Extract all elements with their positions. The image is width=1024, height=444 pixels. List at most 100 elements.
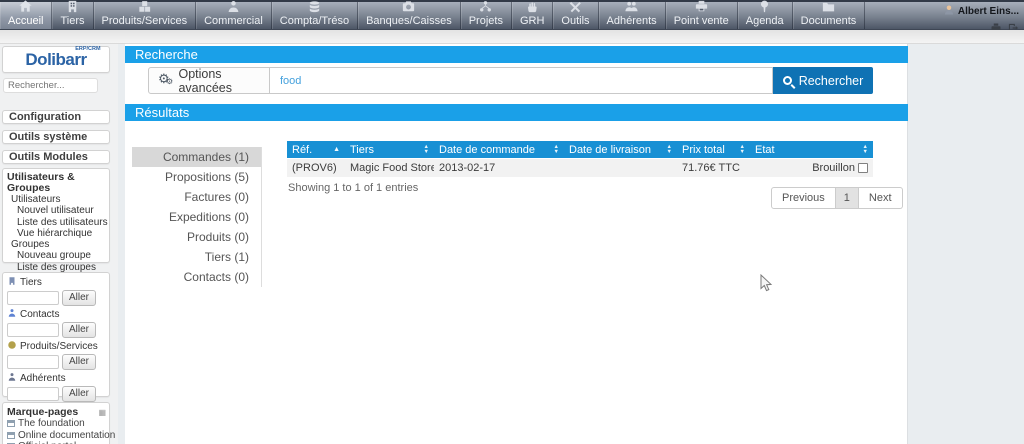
quick-search-contacts-go-button[interactable]: Aller	[62, 322, 96, 338]
column-etat[interactable]: Etat ▲ ▼	[750, 141, 873, 158]
sidebar-item-nouveau-groupe[interactable]: Nouveau groupe	[7, 250, 107, 261]
contact-icon	[7, 308, 17, 321]
recherche-section-title: Recherche	[125, 46, 908, 63]
bookmarks-title: Marque-pages	[7, 406, 79, 418]
tab-documents[interactable]: Documents	[793, 2, 866, 29]
tab-agenda[interactable]: Agenda	[738, 0, 793, 29]
tab-outils[interactable]: Outils	[553, 0, 599, 29]
tab-label: Accueil	[8, 15, 44, 27]
status-badge: Brouillon	[812, 162, 855, 174]
sort-icon[interactable]: ▲ ▼	[424, 145, 429, 154]
table-row: (PROV6) Magic Food Store 2013-02-17 71.7…	[287, 159, 873, 177]
user-name: Albert Eins...	[957, 6, 1019, 17]
tab-compta-treso[interactable]: Compta/Tréso	[272, 1, 359, 29]
quick-search-contacts-label: Contacts	[7, 309, 105, 320]
row-checkbox[interactable]	[858, 163, 868, 173]
quick-search-tiers-input[interactable]	[7, 291, 59, 305]
sidebar-search-input[interactable]	[3, 78, 98, 93]
tab-label: Banques/Caisses	[366, 15, 452, 27]
bookmarks-edit-icon[interactable]: ▦	[98, 408, 106, 417]
tools-icon	[568, 0, 583, 14]
tab-label: Adhérents	[606, 15, 657, 27]
sidebar-item-outils-modules[interactable]: Outils Modules	[2, 150, 110, 164]
sidebar-item-configuration[interactable]: Configuration	[2, 110, 110, 124]
search-query-input[interactable]	[270, 67, 773, 94]
tab-projets[interactable]: Projets	[461, 0, 512, 29]
products-icon	[137, 0, 152, 14]
quick-search-adherents-input[interactable]	[7, 387, 59, 401]
users-groups-title[interactable]: Utilisateurs & Groupes	[7, 172, 107, 194]
sort-icon[interactable]: ▲ ▼	[863, 145, 868, 154]
cell-date-commande: 2013-02-17	[439, 162, 496, 174]
column-tiers[interactable]: Tiers ▲ ▼	[345, 141, 434, 158]
tab-label: Documents	[800, 15, 857, 27]
sidebar-item-liste-utilisateurs[interactable]: Liste des utilisateurs	[7, 217, 108, 228]
next-page-button[interactable]: Next	[858, 187, 903, 209]
tab-tiers[interactable]: Tiers	[52, 0, 94, 29]
sidebar-item-utilisateurs[interactable]: Utilisateurs	[7, 194, 107, 205]
category-contacts[interactable]: Contacts (0)	[132, 267, 261, 287]
logged-user[interactable]: Albert Eins...	[943, 4, 1019, 19]
mouse-cursor	[760, 274, 773, 292]
sidebar-item-groupes[interactable]: Groupes	[7, 239, 107, 250]
tab-label: Produits/Services	[101, 15, 188, 27]
secondary-menu-strip	[0, 30, 1024, 44]
category-produits[interactable]: Produits (0)	[132, 227, 261, 247]
previous-page-button[interactable]: Previous	[771, 187, 836, 209]
column-prix-total[interactable]: Prix total ▲ ▼	[677, 141, 750, 158]
bookmark-the-foundation[interactable]: The foundation	[7, 418, 106, 430]
search-form: ⚙⚙ Options avancées Rechercher	[148, 67, 873, 95]
logo-text: Dolibarr ERP/CRM	[25, 46, 101, 69]
sort-icon[interactable]: ▲ ▼	[554, 145, 559, 154]
tab-label: Point vente	[673, 15, 729, 27]
sidebar-item-outils-systeme[interactable]: Outils système	[2, 130, 110, 144]
sort-asc-icon[interactable]: ▲	[333, 146, 340, 153]
column-date-livraison[interactable]: Date de livraison ▲ ▼	[564, 141, 677, 158]
category-factures[interactable]: Factures (0)	[132, 187, 261, 207]
tab-banques-caisses[interactable]: Banques/Caisses	[358, 1, 461, 29]
tab-point-vente[interactable]: Point vente	[666, 0, 738, 29]
bookmarks-box: Marque-pages ▦ The foundation Online doc…	[2, 402, 115, 444]
quick-search-box: Tiers Aller Contacts Aller Produits/Serv…	[2, 272, 110, 402]
category-expeditions[interactable]: Expeditions (0)	[132, 207, 261, 227]
cell-prix-total: 71.76€ TTC	[682, 162, 740, 174]
category-tiers[interactable]: Tiers (1)	[132, 247, 261, 267]
sidebar-item-nouvel-utilisateur[interactable]: Nouvel utilisateur	[7, 205, 107, 216]
hand-icon	[525, 0, 540, 14]
sort-icon[interactable]: ▲ ▼	[740, 145, 745, 154]
column-date-commande[interactable]: Date de commande ▲ ▼	[434, 141, 564, 158]
product-icon	[7, 340, 17, 353]
sidebar-item-vue-hierarchique[interactable]: Vue hiérarchique	[7, 228, 107, 239]
bookmark-online-documentation[interactable]: Online documentation	[7, 430, 115, 442]
quick-search-adherents-label: Adhérents	[7, 373, 105, 384]
quick-search-produits-input[interactable]	[7, 355, 59, 369]
tab-label: Agenda	[745, 15, 784, 27]
logo-tagline: ERP/CRM	[75, 46, 101, 52]
quick-search-tiers-go-button[interactable]: Aller	[62, 290, 96, 306]
org-chart-icon	[478, 0, 493, 14]
tab-commercial[interactable]: Commercial	[196, 1, 272, 29]
tab-label: GRH	[519, 15, 545, 27]
quick-search-contacts-input[interactable]	[7, 323, 59, 337]
building-icon	[65, 0, 80, 14]
category-commandes[interactable]: Commandes (1)	[132, 147, 261, 167]
quick-search-adherents-go-button[interactable]: Aller	[62, 386, 96, 402]
table-header: Réf. ▲ Tiers ▲ ▼ Date de commande ▲ ▼ Date de…	[287, 141, 873, 158]
pin-icon	[757, 0, 772, 14]
cell-ref[interactable]: (PROV6)	[287, 162, 345, 174]
page-1-button[interactable]: 1	[835, 187, 859, 209]
quick-search-produits-label: Produits/Services	[7, 341, 105, 352]
tab-adherents[interactable]: Adhérents	[599, 1, 666, 29]
category-propositions[interactable]: Propositions (5)	[132, 167, 261, 187]
tab-grh[interactable]: GRH	[512, 0, 554, 29]
sort-icon[interactable]: ▲ ▼	[667, 145, 672, 154]
cell-etat: Brouillon	[750, 162, 873, 174]
quick-search-produits-go-button[interactable]: Aller	[62, 354, 96, 370]
tab-produits-services[interactable]: Produits/Services	[94, 0, 197, 29]
rechercher-button[interactable]: Rechercher	[773, 67, 873, 94]
tab-accueil[interactable]: Accueil	[0, 0, 53, 29]
column-ref[interactable]: Réf. ▲	[287, 141, 345, 158]
advanced-options-button[interactable]: ⚙ ⚙ Options avancées	[148, 67, 270, 95]
member-icon	[7, 372, 17, 385]
dolibarr-logo[interactable]: Dolibarr ERP/CRM	[2, 46, 110, 73]
